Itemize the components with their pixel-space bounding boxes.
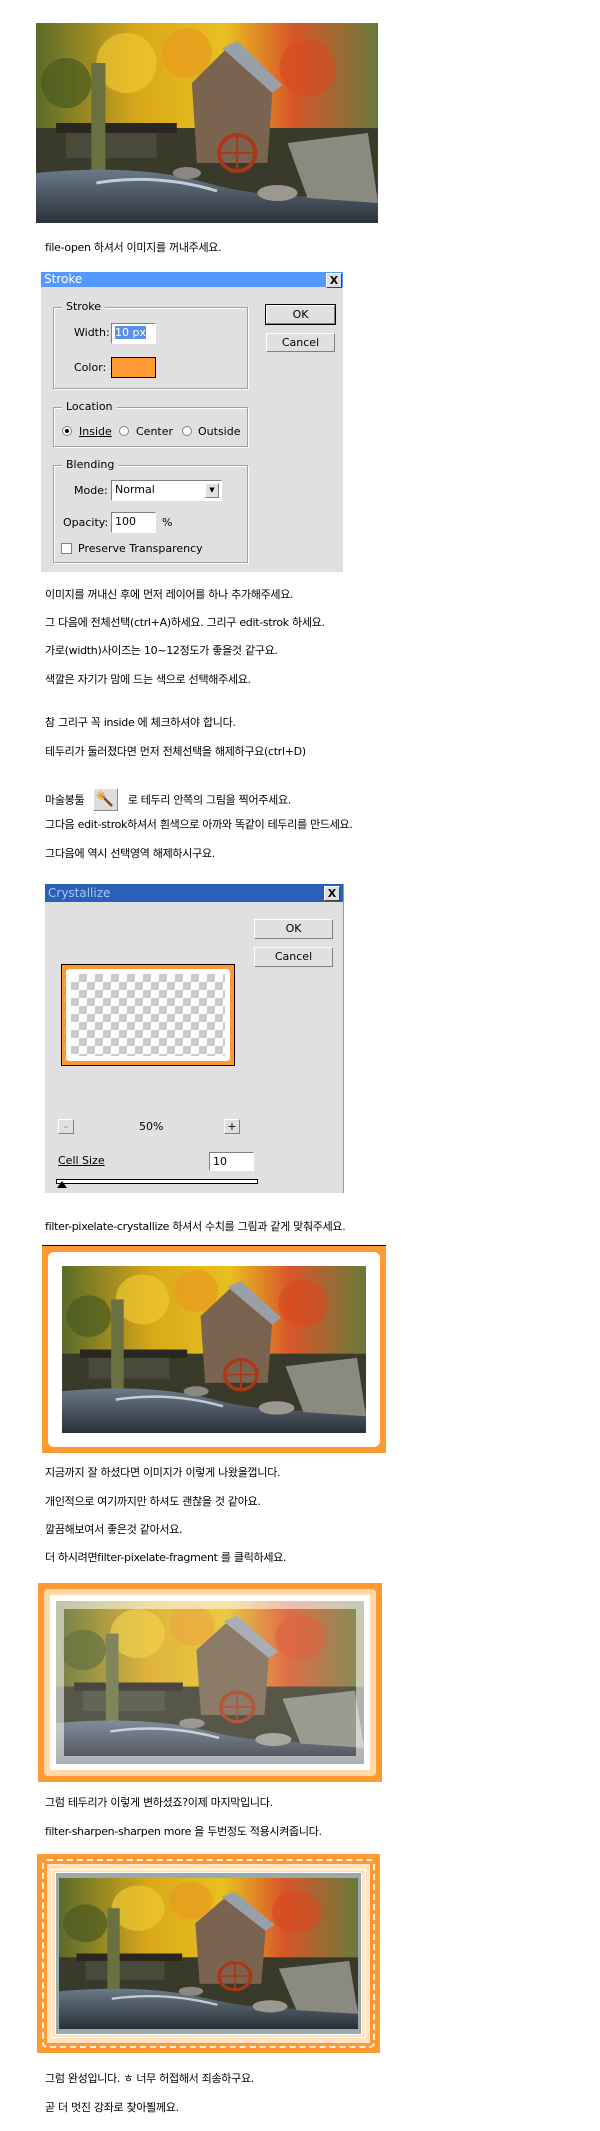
- inside-radio[interactable]: [62, 426, 72, 436]
- photo-scene: [62, 1266, 366, 1433]
- cancel-button[interactable]: Cancel: [254, 947, 333, 967]
- step-text: 지금까지 잘 하셨다면 이미지가 이렇게 나왔을껍니다.: [45, 1466, 281, 1479]
- chevron-down-icon[interactable]: ▼: [205, 483, 219, 498]
- step-text: 이미지를 꺼내신 후에 먼저 레이어를 하나 추가해주세요.: [45, 588, 294, 601]
- filter-preview[interactable]: [61, 964, 235, 1066]
- mode-value: Normal: [115, 483, 155, 496]
- step-text: 그다음에 역시 선택영역 해제하시구요.: [45, 847, 215, 860]
- cancel-button[interactable]: Cancel: [266, 333, 335, 352]
- outside-radio[interactable]: [182, 426, 192, 436]
- cell-size-input[interactable]: 10: [209, 1152, 254, 1171]
- slider-thumb[interactable]: [57, 1181, 67, 1188]
- dialog-title-bar[interactable]: Stroke: [41, 272, 343, 287]
- close-button[interactable]: X: [324, 886, 340, 901]
- step-text: 가로(width)사이즈는 10~12정도가 좋을것 같구요.: [45, 644, 278, 657]
- step-text: 깔끔해보여서 좋은것 같아서요.: [45, 1523, 183, 1536]
- step-text: 더 하시려면filter-pixelate-fragment 를 클릭하세요.: [45, 1551, 287, 1564]
- opacity-value: 100: [115, 515, 136, 528]
- magic-wand-icon: [93, 788, 119, 811]
- center-radio[interactable]: [119, 426, 129, 436]
- mill-landscape-image: [36, 23, 378, 223]
- step-text: 그다음 edit-strok하셔서 흰색으로 아까와 똑같이 테두리를 만드세요…: [45, 818, 353, 831]
- step-text: 그럼 완성입니다. ㅎ 너무 허접해서 죄송하구요.: [45, 2072, 254, 2085]
- preserve-transparency-checkbox[interactable]: [61, 543, 72, 554]
- color-label: Color:: [74, 361, 107, 374]
- preserve-transparency-label: Preserve Transparency: [78, 542, 203, 555]
- zoom-level: 50%: [139, 1120, 164, 1133]
- step-text: 개인적으로 여기까지만 하셔도 괜찮을 것 같아요.: [45, 1495, 261, 1508]
- step-text: 참 그리구 꼭 inside 에 체크하셔야 합니다.: [45, 716, 236, 729]
- cell-size-label: Cell Size: [58, 1154, 105, 1167]
- mill-landscape-image: [62, 1266, 366, 1433]
- mode-label: Mode:: [74, 484, 108, 497]
- ok-button[interactable]: OK: [254, 919, 333, 939]
- color-swatch[interactable]: [111, 357, 156, 378]
- width-value: 10 px: [115, 326, 146, 339]
- final-photo: [37, 1854, 380, 2053]
- cell-size-slider[interactable]: [56, 1179, 258, 1184]
- center-label: Center: [136, 425, 174, 438]
- group-label: Stroke: [62, 300, 106, 313]
- step-text: filter-pixelate-crystallize 하셔서 수치를 그림과 …: [45, 1220, 346, 1233]
- photo-scene: [36, 23, 378, 223]
- original-photo: [36, 23, 378, 223]
- crystallize-dialog: Crystallize X OK Cancel – 50% + Cell Siz…: [45, 884, 344, 1193]
- zoom-out-button[interactable]: –: [58, 1119, 74, 1134]
- opacity-unit: %: [162, 516, 173, 529]
- opacity-input[interactable]: 100: [111, 512, 156, 533]
- dialog-title: Stroke: [44, 272, 83, 286]
- close-button[interactable]: X: [326, 273, 342, 288]
- zoom-in-button[interactable]: +: [224, 1119, 240, 1134]
- step-text: 그 다음에 전체선택(ctrl+A)하세요. 그리구 edit-strok 하세…: [45, 616, 325, 629]
- mode-select[interactable]: Normal ▼: [111, 480, 222, 501]
- stroke-dialog: Stroke X OK Cancel Stroke Width: 10 px C…: [41, 272, 343, 572]
- ok-button[interactable]: OK: [265, 304, 336, 325]
- result-fragment-photo: [38, 1583, 382, 1782]
- cell-size-value: 10: [213, 1155, 227, 1168]
- inside-label: Inside: [79, 425, 112, 438]
- dialog-title: Crystallize: [48, 886, 111, 900]
- group-label: Location: [62, 400, 117, 413]
- fragment-overlay: [56, 1601, 364, 1764]
- step-text: 마술봉툴 로 테두리 안쪽의 그림을 찍어주세요.: [45, 788, 292, 812]
- transparency-checkerboard: [71, 974, 225, 1056]
- step-text: filter-sharpen-sharpen more 을 두번정도 적용시켜줍…: [45, 1825, 322, 1838]
- step-text: 곧 더 멋진 강좌로 찾아뵐께요.: [45, 2101, 179, 2114]
- width-label: Width:: [74, 326, 110, 339]
- preview-white-frame: [66, 969, 230, 1061]
- result-crystallize-photo: [42, 1245, 386, 1453]
- outside-label: Outside: [198, 425, 241, 438]
- step-text: 테두리가 둘러졌다면 먼저 전체선택을 해제하구요(ctrl+D): [45, 745, 306, 758]
- opacity-label: Opacity:: [63, 516, 109, 529]
- wand-text-before: 마술봉툴: [45, 793, 85, 807]
- white-line-frame-inner: [55, 1872, 362, 2035]
- dialog-title-bar[interactable]: Crystallize: [45, 884, 343, 902]
- step-text: file-open 하셔서 이미지를 꺼내주세요.: [45, 241, 222, 254]
- step-text: 색깔은 자기가 맘에 드는 색으로 선택해주세요.: [45, 673, 251, 686]
- group-label: Blending: [62, 458, 119, 471]
- step-text: 그럼 테두리가 이렇게 변하셨죠?이제 마지막입니다.: [45, 1796, 273, 1809]
- wand-text-after: 로 테두리 안쪽의 그림을 찍어주세요.: [127, 793, 292, 807]
- width-input[interactable]: 10 px: [111, 323, 156, 344]
